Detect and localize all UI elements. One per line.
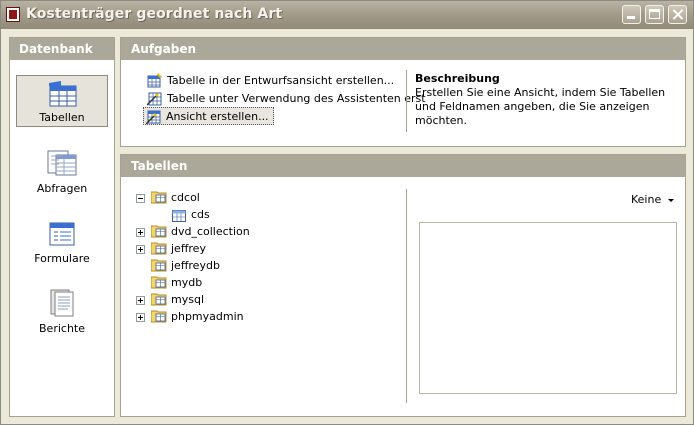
nav-item-forms[interactable]: Formulare [16,215,108,267]
database-folder-icon [151,259,167,272]
wizard-table-icon [147,92,162,106]
design-table-icon [147,73,162,88]
forms-icon [49,222,75,246]
tables-panel: Tabellen cdcol cds dvd_collection jeffre… [120,154,686,417]
app-icon[interactable] [6,7,20,22]
preview-area [419,222,677,394]
expand-icon[interactable] [136,296,145,305]
task-create-table-design[interactable]: Tabelle in der Entwurfsansicht erstellen… [145,72,398,90]
database-folder-icon [151,293,167,306]
task-label: Ansicht erstellen... [166,110,269,123]
expand-icon[interactable] [136,228,145,237]
dropdown-arrow-icon [668,198,675,202]
tasks-divider [406,70,407,132]
tree-item-cds[interactable]: cds [191,207,210,223]
task-create-table-wizard[interactable]: Tabelle unter Verwendung des Assistenten… [145,90,430,108]
nav-item-label: Berichte [39,322,85,335]
database-folder-icon [151,242,167,255]
main-window: Kostenträger geordnet nach Art Datenbank… [0,0,694,425]
window-title: Kostenträger geordnet nach Art [26,6,283,22]
nav-item-label: Formulare [34,252,90,265]
database-folder-icon [151,191,167,204]
database-folder-icon [151,276,167,289]
tree-item-jeffreydb[interactable]: jeffreydb [171,258,220,274]
collapse-icon[interactable] [136,194,145,203]
nav-item-label: Tabellen [39,111,85,124]
nav-item-reports[interactable]: Berichte [16,285,108,337]
tree-item-phpmyadmin[interactable]: phpmyadmin [171,309,244,325]
description-text: Erstellen Sie eine Ansicht, indem Sie Ta… [415,86,666,127]
database-pane: Datenbank Tabellen Abfragen Formulare Be… [9,37,115,417]
nav-item-label: Abfragen [36,182,88,195]
database-pane-header: Datenbank [10,38,114,60]
title-bar[interactable]: Kostenträger geordnet nach Art [1,1,693,29]
maximize-button[interactable] [645,5,664,24]
tasks-panel: Aufgaben Tabelle in der Entwurfsansicht … [120,37,686,147]
nav-item-tables[interactable]: Tabellen [16,75,108,127]
preview-mode-value: Keine [631,193,662,206]
table-icon [172,210,186,222]
expand-icon[interactable] [136,245,145,254]
tree-item-cdcol[interactable]: cdcol [171,190,200,206]
tree-item-dvd-collection[interactable]: dvd_collection [171,224,250,240]
tree-item-mydb[interactable]: mydb [171,275,202,291]
create-view-icon [146,110,161,124]
task-create-view[interactable]: Ansicht erstellen... [143,107,274,125]
task-label: Tabelle in der Entwurfsansicht erstellen… [167,74,395,87]
minimize-button[interactable] [622,5,641,24]
database-folder-icon [151,225,167,238]
tree-item-jeffrey[interactable]: jeffrey [171,241,206,257]
nav-item-queries[interactable]: Abfragen [16,145,108,197]
database-folder-icon [151,310,167,323]
tasks-header: Aufgaben [121,38,685,60]
queries-icon [47,150,77,176]
tree-item-mysql[interactable]: mysql [171,292,204,308]
close-button[interactable] [668,5,687,24]
tables-icon [49,81,77,107]
reports-icon [50,289,74,317]
tables-header: Tabellen [121,155,685,177]
description-title: Beschreibung [415,72,500,85]
expand-icon[interactable] [136,313,145,322]
task-label: Tabelle unter Verwendung des Assistenten… [167,92,426,105]
preview-mode-dropdown[interactable]: Keine [631,193,675,206]
tables-divider [406,189,407,403]
